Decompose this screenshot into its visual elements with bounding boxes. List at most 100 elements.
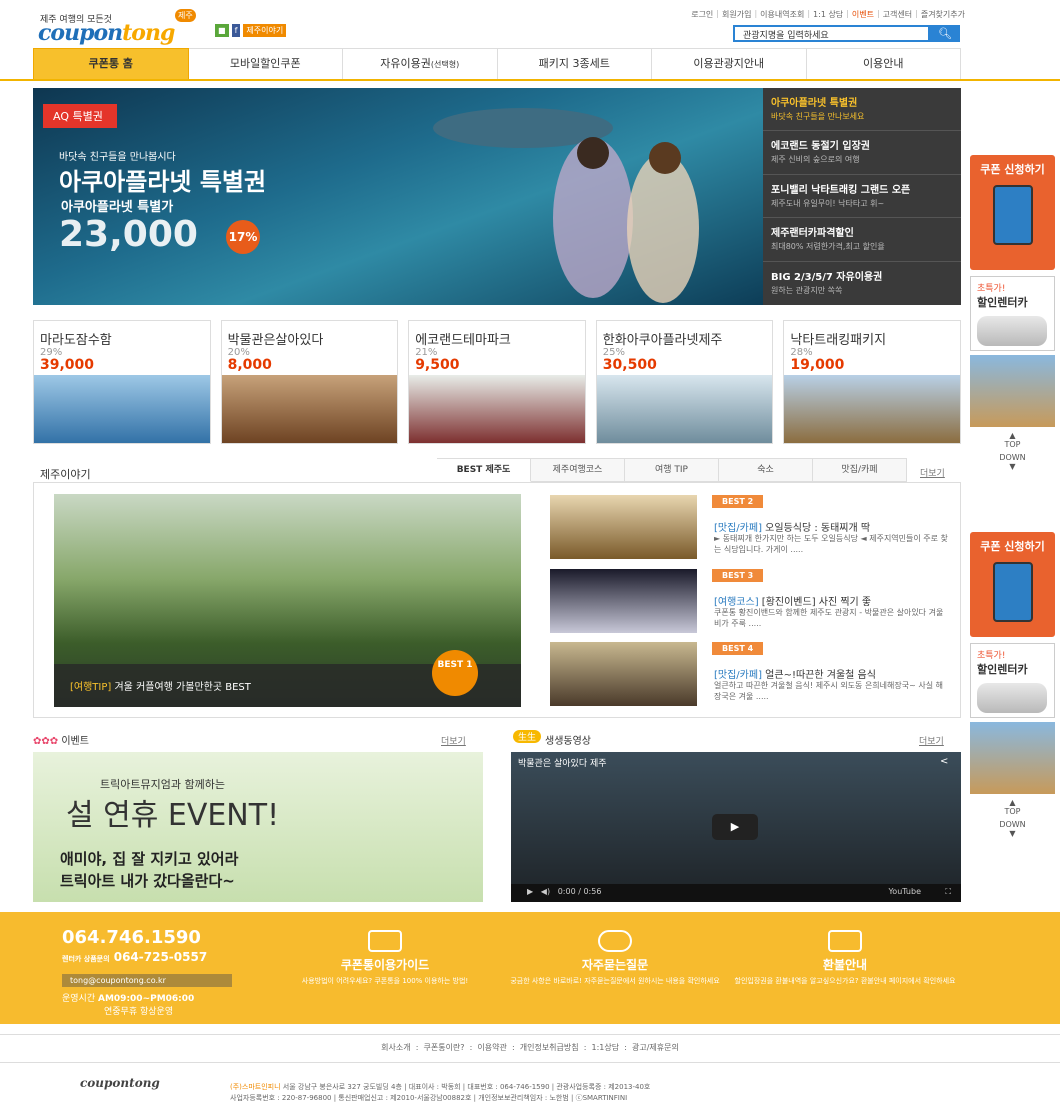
hero-list-item[interactable]: BIG 2/3/5/7 자유이용권 원하는 관광지만 쏙쏙 bbox=[763, 262, 961, 305]
youtube-logo[interactable]: YouTube bbox=[888, 887, 921, 896]
product-card[interactable]: 에코랜드테마파크 21% 9,500 bbox=[408, 320, 586, 444]
tab-lodging[interactable]: 숙소 bbox=[719, 458, 813, 482]
signup-link[interactable]: 회원가입 bbox=[722, 9, 751, 20]
product-name: 낙타트래킹패키지 bbox=[790, 333, 887, 348]
footer-link[interactable]: 이용약관 bbox=[477, 1043, 506, 1052]
tab-attractions[interactable]: 이용관광지안내 bbox=[652, 48, 807, 80]
scroll-down-button[interactable]: DOWN ▼ bbox=[970, 820, 1055, 838]
product-card[interactable]: 한화아쿠아플라넷제주 25% 30,500 bbox=[595, 320, 774, 444]
play-control-icon[interactable]: ▶ bbox=[527, 887, 533, 896]
customer-center-link[interactable]: 고객센터 bbox=[883, 9, 912, 20]
event-section-title: ✿✿✿ 이벤트 bbox=[33, 732, 89, 747]
volume-icon[interactable]: ◀) bbox=[541, 887, 550, 896]
footer-link[interactable]: 1:1상담 bbox=[592, 1043, 620, 1052]
footer-logo: coupontong bbox=[80, 1076, 160, 1090]
footer-link[interactable]: 쿠폰통이란? bbox=[423, 1043, 464, 1052]
main-nav: 쿠폰통 홈 모바일할인쿠폰 자유이용권(선택형) 패키지 3종세트 이용관광지안… bbox=[33, 48, 961, 80]
best-badge: BEST 1 bbox=[432, 650, 478, 696]
event-line-2: 설 연휴 EVENT! bbox=[66, 798, 280, 833]
footer-link[interactable]: 광고/제휴문의 bbox=[632, 1043, 679, 1052]
scroll-top-button[interactable]: ▲ TOP bbox=[970, 431, 1055, 449]
video-more-link[interactable]: 더보기 bbox=[919, 734, 944, 747]
story-thumb bbox=[550, 569, 697, 633]
guide-icon bbox=[368, 930, 402, 952]
tab-course[interactable]: 제주여행코스 bbox=[531, 458, 625, 482]
story-main-text: 겨울 커플여행 가볼만한곳 BEST bbox=[114, 682, 251, 693]
play-icon[interactable]: ▶ bbox=[712, 814, 758, 840]
story-item[interactable]: BEST 2 [맛집/카페] 오일등식당 : 동태찌개 딱 ► 동태찌개 한가지… bbox=[550, 495, 950, 569]
address-line-1: 서울 강남구 봉은사로 327 궁도빌딩 4층 | 대표이사 : 박동희 | 대… bbox=[282, 1083, 651, 1091]
hero-list-item[interactable]: 제주랜터카파격할인 최대80% 저렴한가격,최고 할인율 bbox=[763, 218, 961, 262]
kakao-icon[interactable]: ■ bbox=[215, 24, 229, 37]
story-thumb bbox=[550, 642, 697, 706]
phone-icon bbox=[992, 185, 1033, 245]
faq-link[interactable]: 자주묻는질문 궁금한 사항은 바로바로! 자주묻는질문에서 원하시는 내용을 확인… bbox=[500, 930, 730, 986]
share-icon[interactable]: < bbox=[940, 756, 948, 767]
coupon-apply-button[interactable]: 쿠폰 신청하기 bbox=[970, 155, 1055, 270]
right-float-panel-2: 쿠폰 신청하기 초특가! 할인렌터카 ▲ TOP DOWN ▼ bbox=[970, 532, 1055, 838]
coupon-apply-button[interactable]: 쿠폰 신청하기 bbox=[970, 532, 1055, 637]
video-time: 0:00 / 0:56 bbox=[557, 887, 602, 896]
story-more-link[interactable]: 더보기 bbox=[920, 466, 945, 479]
product-row: 마라도잠수함 29% 39,000 박물관은살아있다 20% 8,000 에코랜드테마파… bbox=[33, 320, 961, 444]
story-desc: 쿠폰통 황진이밴드와 함께한 제주도 관광지 - 박물관은 살아있다 겨울비가 … bbox=[714, 608, 944, 628]
rental-car-banner[interactable]: 초특가! 할인렌터카 bbox=[970, 643, 1055, 718]
refund-link[interactable]: 환불안내 할인입장권을 환불내역을 알고싶으신가요? 환불안내 페이지에서 확인하… bbox=[730, 930, 960, 986]
product-card[interactable]: 박물관은살아있다 20% 8,000 bbox=[220, 320, 399, 444]
footer-link[interactable]: 개인정보취급방침 bbox=[520, 1043, 579, 1052]
footer-divider bbox=[0, 1034, 1060, 1035]
story-headline: [맛집/카페] 오일등식당 : 동태찌개 딱 bbox=[714, 519, 950, 534]
guide-desc: 사용방법이 어려우세요? 쿠폰통을 100% 이용하는 방법! bbox=[301, 977, 469, 985]
story-item[interactable]: BEST 3 [여행코스] [황진이벤드] 사진 찍기 좋 쿠폰통 황진이밴드와… bbox=[550, 569, 950, 643]
fullscreen-icon[interactable]: ⛶ bbox=[945, 887, 951, 897]
tab-home[interactable]: 쿠폰통 홈 bbox=[33, 48, 189, 80]
event-more-link[interactable]: 더보기 bbox=[441, 734, 466, 747]
story-item[interactable]: BEST 4 [맛집/카페] 얼큰~!따끈한 겨울철 음식 얼큰하고 따끈한 겨… bbox=[550, 642, 950, 716]
scroll-top-button[interactable]: ▲ TOP bbox=[970, 798, 1055, 816]
camel-image[interactable] bbox=[970, 355, 1055, 427]
usage-history-link[interactable]: 이용내역조회 bbox=[760, 9, 804, 20]
product-price: 9,500 bbox=[415, 357, 460, 373]
hero-item-sub: 바닷속 친구들을 만나보세요 bbox=[771, 112, 865, 121]
tab-free-pass[interactable]: 자유이용권(선택형) bbox=[343, 48, 498, 80]
tab-mobile-coupon[interactable]: 모바일할인쿠폰 bbox=[188, 48, 343, 80]
footer-link[interactable]: 회사소개 bbox=[381, 1043, 410, 1052]
product-name: 에코랜드테마파크 bbox=[415, 333, 511, 348]
login-link[interactable]: 로그인 bbox=[691, 9, 713, 20]
jeju-story-link[interactable]: 제주이야기 bbox=[243, 24, 287, 37]
hero-item-sub: 원하는 관광지만 쏙쏙 bbox=[771, 285, 843, 295]
hero-title: 아쿠아플라넷 특별권 bbox=[59, 168, 267, 196]
one-on-one-link[interactable]: 1:1 상담 bbox=[813, 9, 843, 20]
rental-car-banner[interactable]: 초특가! 할인렌터카 bbox=[970, 276, 1055, 351]
hero-list-item[interactable]: 포니밸리 낙타트래킹 그랜드 오픈 제주도내 유일무이! 낙타타고 휘~ bbox=[763, 175, 961, 219]
hero-banner[interactable]: AQ 특별권 바닷속 친구들을 만나봅시다 아쿠아플라넷 특별권 아쿠아플라넷 … bbox=[33, 88, 763, 305]
video-controls: ▶ ◀) 0:00 / 0:56 YouTube ⛶ bbox=[511, 884, 961, 902]
logo[interactable]: coupontong bbox=[38, 20, 175, 46]
card-icon bbox=[828, 930, 862, 952]
facebook-icon[interactable]: f bbox=[231, 24, 241, 37]
contact-email[interactable]: tong@coupontong.co.kr bbox=[62, 974, 232, 987]
product-card[interactable]: 마라도잠수함 29% 39,000 bbox=[33, 320, 211, 444]
phone-icon bbox=[992, 562, 1033, 622]
tab-guide[interactable]: 이용안내 bbox=[806, 48, 961, 80]
scroll-down-label: DOWN bbox=[999, 453, 1026, 462]
event-link[interactable]: 이벤트 bbox=[852, 9, 874, 20]
hero-list-item[interactable]: 아쿠아플라넷 특별권 바닷속 친구들을 만나보세요 bbox=[763, 88, 961, 132]
footer-links: 회사소개 : 쿠폰통이란? : 이용약관 : 개인정보취급방침 : 1:1상담 … bbox=[381, 1043, 679, 1052]
main-phone: 064.746.1590 bbox=[62, 927, 201, 948]
tab-tip[interactable]: 여행 TIP bbox=[625, 458, 719, 482]
tab-best-jeju[interactable]: BEST 제주도 bbox=[437, 458, 531, 482]
product-image bbox=[409, 375, 585, 443]
search-icon[interactable]: 🔍︎ bbox=[930, 25, 960, 42]
camel-image[interactable] bbox=[970, 722, 1055, 794]
search-input[interactable]: 관광지명을 입력하세요 bbox=[733, 25, 930, 42]
product-card[interactable]: 낙타트래킹패키지 28% 19,000 bbox=[783, 320, 961, 444]
story-tabs: BEST 제주도 제주여행코스 여행 TIP 숙소 맛집/카페 bbox=[437, 458, 907, 482]
hero-list-item[interactable]: 에코랜드 동절기 입장권 제주 신비의 숲으로의 여행 bbox=[763, 131, 961, 175]
tab-package[interactable]: 패키지 3종세트 bbox=[497, 48, 652, 80]
hours-sub: 연중무휴 항상운영 bbox=[104, 1007, 174, 1017]
scroll-down-button[interactable]: DOWN ▼ bbox=[970, 453, 1055, 471]
bookmark-link[interactable]: 즐겨찾기추가 bbox=[921, 9, 965, 20]
tab-food[interactable]: 맛집/카페 bbox=[813, 458, 907, 482]
guide-link[interactable]: 쿠폰통이용가이드 사용방법이 어려우세요? 쿠폰통을 100% 이용하는 방법! bbox=[270, 930, 500, 986]
